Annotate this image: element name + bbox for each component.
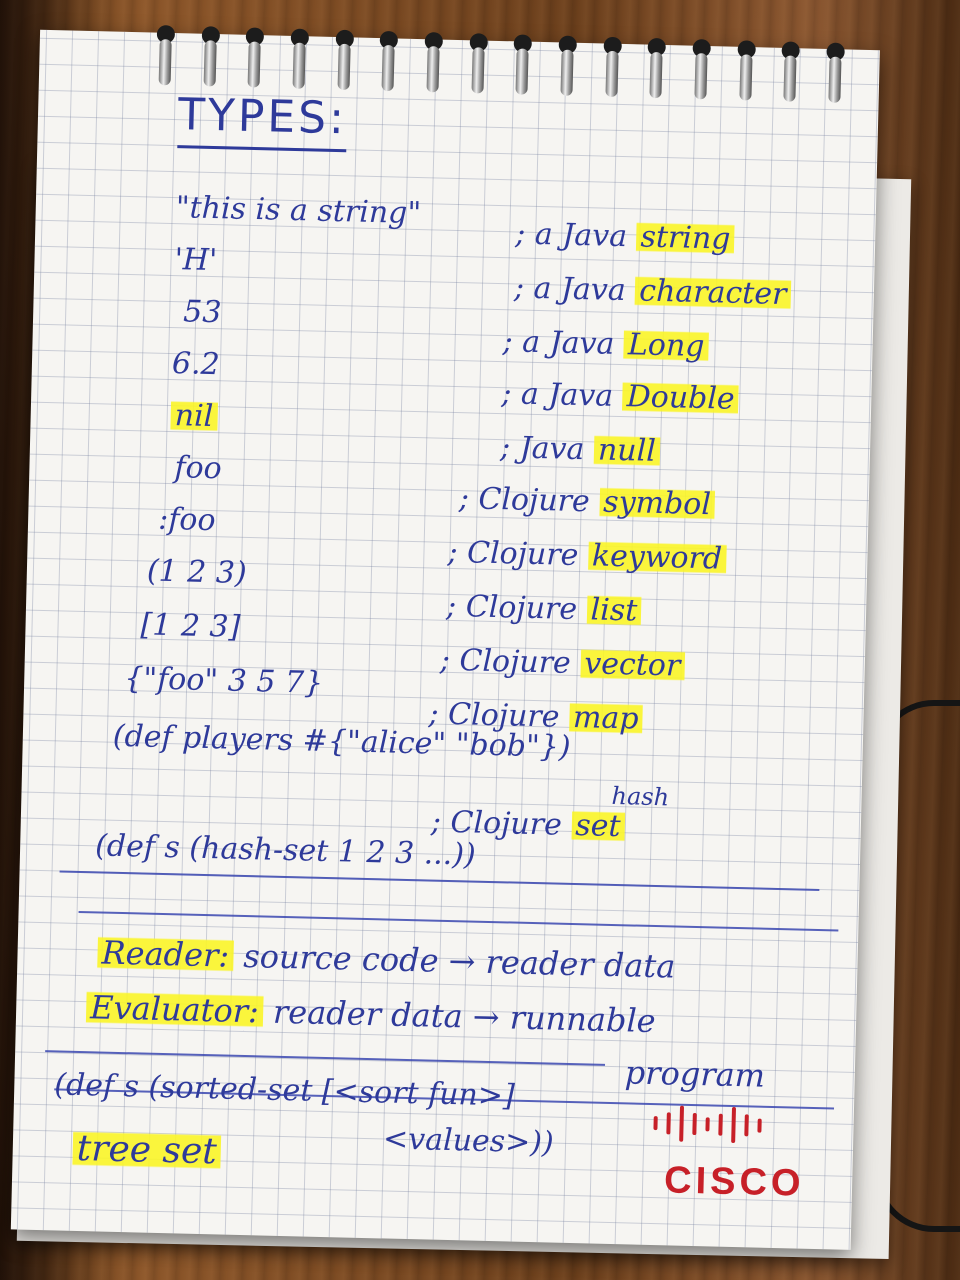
highlight-string: string: [636, 219, 735, 257]
highlight-double: Double: [622, 379, 740, 417]
spiral-ring: [373, 25, 405, 96]
code-keyword: :foo: [157, 501, 216, 539]
highlight-list: list: [586, 592, 642, 629]
reader-text: source code → reader data: [242, 936, 676, 986]
comment-nil: ; Java null: [499, 430, 661, 469]
comment-prefix: ; Java: [499, 430, 585, 468]
code-vector: [1 2 3]: [140, 607, 241, 645]
reader-label: Reader:: [97, 933, 234, 975]
code-map: {"foo" 3 5 7}: [123, 660, 324, 701]
comment-prefix: ; Clojure: [439, 642, 572, 681]
comment-prefix: ; Clojure: [445, 588, 578, 628]
evaluator-program: program: [624, 1053, 766, 1095]
divider-2: [78, 910, 839, 932]
comment-long: ; a Java Long: [502, 324, 709, 365]
spiral-ring: [194, 20, 226, 91]
spiral-ring: [774, 35, 806, 106]
spiral-ring: [149, 19, 181, 90]
sorted-values: <values>)): [382, 1121, 555, 1161]
comment-list: ; Clojure list: [445, 588, 642, 629]
tree-set: tree set: [72, 1127, 222, 1173]
highlight-map: map: [568, 699, 643, 737]
highlight-char: character: [634, 273, 791, 313]
spiral-ring: [417, 26, 449, 97]
code-symbol: foo: [174, 450, 223, 487]
sorted-line: (def s (sorted-set [<sort fun>]: [53, 1067, 516, 1114]
spiral-ring: [596, 31, 628, 102]
spiral-ring: [507, 28, 539, 99]
comment-double: ; a Java Double: [500, 376, 740, 417]
spiral-ring: [239, 21, 271, 92]
spiral-ring: [641, 32, 673, 103]
comment-prefix: ; a Java: [502, 324, 615, 362]
comment-char: ; a Java character: [513, 270, 791, 313]
comment-prefix: ; a Java: [500, 376, 614, 414]
comment-prefix: ; Clojure: [458, 481, 591, 520]
spiral-ring: [328, 24, 360, 95]
code-hashset: (def s (hash-set 1 2 3 ...)): [94, 828, 477, 873]
evaluator-text: reader data → runnable: [272, 992, 657, 1041]
code-string: "this is a string": [175, 190, 422, 232]
comment-vector: ; Clojure vector: [439, 642, 685, 684]
spiral-ring: [685, 33, 717, 104]
code-nil: nil: [170, 398, 218, 435]
comment-prefix: ; Clojure: [447, 534, 579, 574]
spiral-ring: [283, 22, 315, 93]
notebook-page: TYPES: "this is a string" ; a Java strin…: [10, 29, 880, 1250]
comment-symbol: ; Clojure symbol: [458, 481, 716, 523]
code-long: 53: [182, 294, 222, 331]
spiral-ring: [462, 27, 494, 98]
divider-3: [45, 1050, 606, 1066]
comment-prefix: ; a Java: [514, 216, 628, 255]
code-set: (def players #{"alice" "bob"}): [112, 718, 571, 765]
spiral-ring: [551, 29, 583, 100]
comment-keyword: ; Clojure keyword: [447, 534, 727, 577]
cisco-logo-word: CISCO: [663, 1159, 806, 1205]
spiral-binding: [149, 19, 851, 127]
set-note-hash: hash: [611, 781, 670, 812]
highlight-symbol: symbol: [598, 484, 716, 523]
comment-prefix: ; a Java: [513, 270, 627, 309]
cisco-logo-bars: [653, 1105, 762, 1144]
evaluator-label: Evaluator:: [85, 988, 264, 1031]
highlight-keyword: keyword: [587, 538, 727, 577]
comment-string: ; a Java string: [514, 216, 735, 257]
highlight-set: set: [570, 807, 626, 845]
spiral-ring: [730, 34, 762, 105]
code-list: (1 2 3): [146, 553, 248, 591]
reader-line: Reader: source code → reader data: [97, 933, 676, 986]
code-double: 6.2: [171, 346, 221, 383]
highlight-long: Long: [623, 327, 709, 365]
code-char: 'H': [174, 242, 218, 279]
divider-1: [59, 870, 820, 892]
spiral-ring: [819, 36, 851, 107]
highlight-nil: null: [593, 432, 661, 469]
highlight-vector: vector: [579, 646, 685, 684]
evaluator-line: Evaluator: reader data → runnable: [85, 988, 657, 1041]
